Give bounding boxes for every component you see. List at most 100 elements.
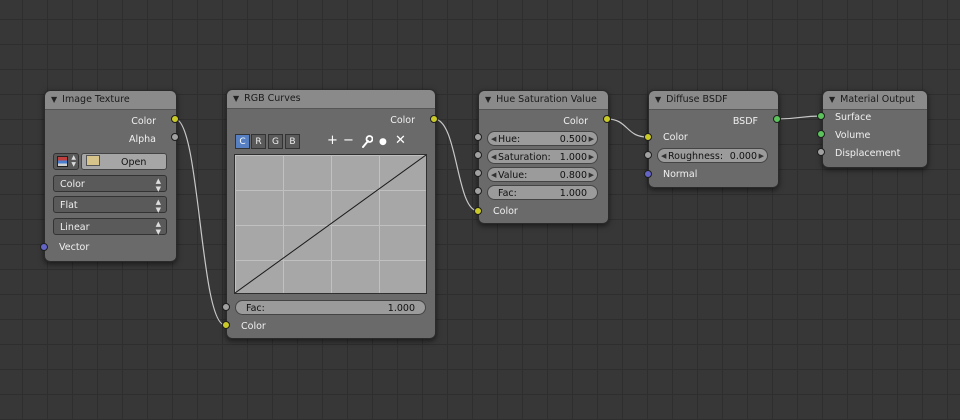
decrement-arrow-icon[interactable]: ◀: [491, 168, 496, 183]
value-value: 0.800: [559, 170, 587, 181]
node-header[interactable]: ▼ Material Output: [823, 91, 927, 110]
socket-curves-color-in[interactable]: [222, 321, 230, 329]
folder-icon: [86, 155, 100, 166]
decrement-arrow-icon[interactable]: ◀: [491, 150, 496, 165]
color-space-value: Color: [60, 179, 85, 190]
node-title: Material Output: [840, 94, 915, 105]
socket-diffuse-roughness-in[interactable]: [644, 151, 652, 159]
projection-select[interactable]: Flat ▲ ▼: [53, 196, 167, 214]
input-normal-label: Normal: [663, 169, 698, 180]
updown-arrows-icon: ▲ ▼: [155, 198, 161, 214]
socket-output-displacement-in[interactable]: [817, 148, 825, 156]
increment-arrow-icon[interactable]: ▶: [759, 149, 764, 164]
decrement-arrow-icon[interactable]: ◀: [661, 149, 666, 164]
output-color-label: Color: [390, 115, 415, 126]
hue-field[interactable]: ◀ Hue: 0.500 ▶: [487, 131, 598, 146]
interpolation-value: Linear: [60, 222, 90, 233]
output-color-label: Color: [563, 116, 588, 127]
node-hue-saturation-value[interactable]: ▼ Hue Saturation Value Color ◀ Hue: 0.50…: [478, 90, 609, 224]
increment-arrow-icon[interactable]: ▶: [589, 132, 594, 147]
socket-image-alpha-out[interactable]: [171, 133, 179, 141]
output-alpha-label: Alpha: [128, 134, 156, 145]
wrench-icon[interactable]: [361, 135, 374, 152]
increment-arrow-icon[interactable]: ▶: [589, 150, 594, 165]
increment-arrow-icon[interactable]: ▶: [589, 168, 594, 183]
input-surface-label: Surface: [835, 112, 872, 123]
socket-hsv-color-out[interactable]: [603, 115, 611, 123]
hue-value: 0.500: [559, 134, 587, 145]
collapse-triangle-icon[interactable]: ▼: [485, 91, 491, 109]
socket-diffuse-bsdf-out[interactable]: [773, 115, 781, 123]
link-image-color-to-curves-color: [174, 118, 226, 326]
socket-diffuse-color-in[interactable]: [644, 133, 652, 141]
hue-label: Hue:: [498, 134, 521, 145]
node-image-texture[interactable]: ▼ Image Texture Color Alpha ▲ ▼ Open Colo…: [44, 90, 177, 262]
fac-label: Fac:: [498, 188, 517, 199]
socket-output-volume-in[interactable]: [817, 130, 825, 138]
fac-field[interactable]: Fac: 1.000: [487, 185, 598, 200]
channel-g-button[interactable]: G: [268, 134, 283, 149]
socket-hsv-color-in[interactable]: [474, 207, 482, 215]
socket-diffuse-normal-in[interactable]: [644, 170, 652, 178]
curve-line[interactable]: [235, 155, 426, 293]
node-title: Image Texture: [62, 94, 130, 105]
link-diffuse-bsdf-to-output-surface: [776, 115, 822, 120]
projection-value: Flat: [60, 200, 78, 211]
node-rgb-curves[interactable]: ▼ RGB Curves Color C R G B + − ● ✕ Fac: …: [226, 89, 436, 339]
saturation-value: 1.000: [559, 152, 587, 163]
image-icon: [57, 156, 68, 167]
socket-image-vector-in[interactable]: [40, 243, 48, 251]
socket-curves-fac-in[interactable]: [222, 303, 230, 311]
link-curves-color-to-hsv-color: [433, 118, 479, 212]
fac-field[interactable]: Fac: 1.000: [235, 300, 426, 315]
socket-hsv-fac-in[interactable]: [474, 187, 482, 195]
saturation-label: Saturation:: [498, 152, 551, 163]
socket-curves-color-out[interactable]: [430, 115, 438, 123]
node-title: Hue Saturation Value: [496, 94, 597, 105]
input-color-label: Color: [663, 132, 688, 143]
roughness-field[interactable]: ◀ Roughness: 0.000 ▶: [657, 148, 768, 163]
fac-label: Fac:: [246, 303, 265, 314]
collapse-triangle-icon[interactable]: ▼: [233, 90, 239, 108]
node-header[interactable]: ▼ Hue Saturation Value: [479, 91, 608, 110]
output-bsdf-label: BSDF: [732, 116, 758, 127]
reset-x-icon[interactable]: ✕: [395, 134, 406, 148]
color-space-select[interactable]: Color ▲ ▼: [53, 175, 167, 193]
roughness-label: Roughness:: [668, 151, 724, 162]
socket-output-surface-in[interactable]: [817, 112, 825, 120]
updown-arrows-icon: ▲ ▼: [155, 177, 161, 193]
socket-hsv-hue-in[interactable]: [474, 133, 482, 141]
node-material-output[interactable]: ▼ Material Output Surface Volume Displac…: [822, 90, 928, 168]
input-volume-label: Volume: [835, 130, 871, 141]
saturation-field[interactable]: ◀ Saturation: 1.000 ▶: [487, 149, 598, 164]
interpolation-select[interactable]: Linear ▲ ▼: [53, 218, 167, 236]
node-header[interactable]: ▼ Diffuse BSDF: [649, 91, 778, 110]
curve-editor[interactable]: [234, 154, 427, 294]
value-field[interactable]: ◀ Value: 0.800 ▶: [487, 167, 598, 182]
collapse-triangle-icon[interactable]: ▼: [829, 91, 835, 109]
decrement-arrow-icon[interactable]: ◀: [491, 132, 496, 147]
node-title: Diffuse BSDF: [666, 94, 728, 105]
channel-c-button[interactable]: C: [235, 134, 250, 149]
input-displacement-label: Displacement: [835, 148, 901, 159]
fac-value: 1.000: [387, 303, 415, 314]
input-vector-label: Vector: [59, 242, 90, 253]
socket-hsv-saturation-in[interactable]: [474, 151, 482, 159]
node-header[interactable]: ▼ RGB Curves: [227, 90, 435, 109]
updown-arrows-icon: ▲ ▼: [71, 154, 76, 168]
collapse-triangle-icon[interactable]: ▼: [655, 91, 661, 109]
collapse-triangle-icon[interactable]: ▼: [51, 91, 57, 109]
updown-arrows-icon: ▲ ▼: [155, 220, 161, 236]
zoom-out-icon[interactable]: −: [343, 134, 354, 148]
handle-dot-icon[interactable]: ●: [379, 135, 387, 149]
socket-hsv-value-in[interactable]: [474, 169, 482, 177]
zoom-in-icon[interactable]: +: [327, 134, 338, 148]
node-diffuse-bsdf[interactable]: ▼ Diffuse BSDF BSDF Color ◀ Roughness: 0…: [648, 90, 779, 188]
channel-b-button[interactable]: B: [285, 134, 300, 149]
socket-image-color-out[interactable]: [171, 115, 179, 123]
node-header[interactable]: ▼ Image Texture: [45, 91, 176, 110]
open-image-button[interactable]: Open: [81, 153, 167, 170]
image-browse-button[interactable]: ▲ ▼: [53, 153, 79, 170]
fac-value: 1.000: [559, 188, 587, 199]
channel-r-button[interactable]: R: [251, 134, 266, 149]
